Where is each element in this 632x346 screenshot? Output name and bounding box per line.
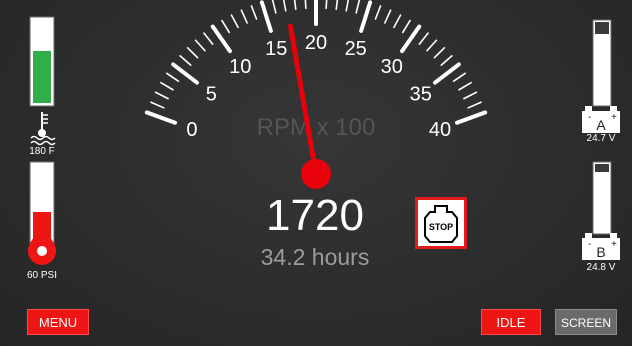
tachometer-gauge: 05 10 15 20 25 30 35 40 RPM x 100 - + A - + B (28, 0, 620, 265)
gauge-tick-label: 0 (186, 119, 197, 141)
gauge-tick-label: 40 (429, 119, 451, 141)
gauge-minor-tick (150, 101, 165, 109)
battery-b-bar-frame (592, 161, 612, 235)
coolant-temperature-icon (30, 112, 56, 146)
gauge-tick-label: 20 (305, 32, 327, 54)
gauge-minor-tick (426, 39, 438, 52)
gauge-minor-tick (374, 5, 382, 20)
svg-text:+: + (611, 239, 617, 250)
needle-hub (301, 159, 331, 189)
rpm-readout: 1720 (266, 191, 364, 240)
rpm-unit-label: RPM x 100 (257, 114, 376, 141)
gauge-minor-tick (304, 0, 307, 10)
menu-button[interactable]: MENU (27, 309, 89, 335)
engine-hours: 34.2 hours (260, 244, 370, 270)
gauge-major-tick (259, 0, 273, 33)
gauge-minor-tick (401, 19, 411, 34)
battery-b-icon: - + B (582, 233, 620, 260)
svg-text:B: B (596, 244, 605, 260)
battery-b-bar-track (595, 164, 609, 172)
gauge-minor-tick (221, 19, 231, 34)
gauge-minor-tick (186, 47, 199, 59)
gauge-major-tick (144, 110, 178, 125)
gauge-minor-tick (154, 91, 169, 100)
gauge-minor-tick (467, 101, 482, 109)
gauge-minor-tick (458, 81, 472, 91)
gauge-minor-tick (325, 0, 328, 10)
gauge-minor-tick (160, 81, 174, 91)
gauge-minor-tick (240, 9, 248, 24)
gauge-minor-tick (293, 0, 297, 11)
gauge-minor-tick (179, 55, 192, 66)
idle-button[interactable]: IDLE (481, 309, 541, 335)
gauge-minor-tick (418, 32, 429, 45)
gauge-minor-tick (203, 32, 214, 45)
gauge-minor-tick (384, 9, 392, 24)
svg-text:-: - (588, 112, 591, 123)
svg-text:+: + (611, 112, 617, 123)
svg-text:STOP: STOP (429, 222, 453, 232)
battery-a-bar-track (595, 22, 609, 34)
gauge-minor-tick (335, 0, 339, 11)
gauge-tick-label: 5 (206, 84, 217, 106)
gauge-minor-tick (452, 72, 467, 82)
svg-text:A: A (596, 117, 606, 133)
battery-a-icon: - + A (582, 106, 620, 133)
gauge-minor-tick (440, 55, 453, 66)
gauge-minor-tick (165, 72, 180, 82)
temp-label: 180 F (29, 146, 55, 157)
gauge-minor-tick (463, 91, 478, 100)
gauge-minor-tick (393, 14, 402, 29)
gauge-major-tick (359, 0, 373, 33)
gauge-tick-label: 25 (345, 38, 367, 60)
stop-engine-icon: STOP (424, 205, 458, 243)
gauge-tick-label: 35 (410, 84, 432, 106)
gauge-minor-tick (433, 47, 446, 59)
gauge-minor-tick (250, 5, 258, 20)
svg-text:-: - (588, 239, 591, 250)
screen-button[interactable]: SCREEN (555, 309, 617, 335)
gauge-tick-label: 10 (229, 56, 251, 78)
gauge-minor-tick (230, 14, 239, 29)
gauge-minor-tick (355, 0, 361, 14)
temp-bar-fill (33, 51, 51, 103)
gauge-major-tick (454, 110, 488, 125)
gauge-ticks (144, 0, 488, 125)
stop-button[interactable]: STOP (415, 197, 467, 249)
oil-pressure-label: 60 PSI (26, 270, 58, 281)
gauge-tick-label: 30 (381, 56, 403, 78)
gauge-tick-label: 15 (265, 38, 287, 60)
battery-b-voltage: 24.8 V (586, 262, 616, 273)
gauge-minor-tick (271, 0, 277, 14)
gauge-minor-tick (345, 0, 350, 12)
battery-a-voltage: 24.7 V (586, 133, 616, 144)
gauge-minor-tick (194, 39, 206, 52)
gauge-minor-tick (282, 0, 287, 12)
